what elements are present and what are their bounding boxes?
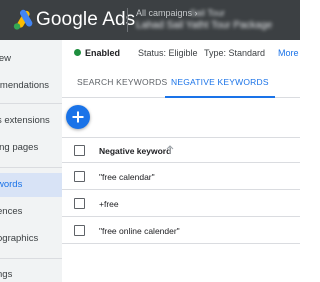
negative-keyword-cell: "free online calender" [99, 226, 180, 236]
negative-keyword-cell: "free calendar" [99, 172, 155, 182]
more-details-link[interactable]: More [278, 48, 299, 58]
table-row[interactable]: "free calendar" [62, 163, 300, 190]
sidebar-item-label: ographics [0, 233, 39, 244]
google-ads-logo-icon[interactable] [12, 9, 34, 31]
sidebar-divider [0, 167, 62, 168]
table-row[interactable]: "free online calender" [62, 217, 300, 244]
sidebar-divider [0, 258, 62, 259]
sidebar-item-label: view [0, 53, 12, 64]
row-checkbox[interactable] [74, 171, 85, 182]
campaign-state[interactable]: Enabled [85, 48, 120, 58]
table-header-row: Negative keyword [62, 137, 300, 163]
sidebar-item-label: ing pages [0, 142, 39, 153]
campaign-status-bar: Enabled Status: Eligible Type: Standard … [62, 40, 300, 66]
row-checkbox[interactable] [74, 198, 85, 209]
sidebar-item-label: words [0, 179, 23, 190]
arrow-up-icon[interactable] [166, 145, 174, 155]
tab-search-keywords[interactable]: SEARCH KEYWORDS [77, 66, 167, 98]
keyword-tabs: SEARCH KEYWORDS NEGATIVE KEYWORDS [62, 66, 300, 98]
sidebar-divider [0, 103, 62, 104]
plus-icon [72, 111, 84, 123]
sidebar-item-label: ences [0, 206, 23, 217]
add-negative-keyword-button[interactable] [66, 105, 90, 129]
sidebar-item-ad-extensions[interactable]: s extensions [0, 109, 62, 133]
sidebar-item-settings[interactable]: ngs [0, 263, 62, 282]
tab-negative-keywords[interactable]: NEGATIVE KEYWORDS [165, 66, 275, 98]
sidebar-item-label: ngs [0, 269, 13, 280]
sidebar-item-keywords[interactable]: words [0, 173, 62, 197]
campaign-name[interactable]: Lahad Sail Yatht Tour Package [136, 20, 272, 31]
row-checkbox[interactable] [74, 225, 85, 236]
sidebar-item-label: mmendations [0, 80, 50, 91]
negative-keyword-cell: +free [99, 199, 119, 209]
app-title: Google Ads [36, 9, 136, 30]
top-bar: Google Ads All campaigns › Sail Tour Lah… [0, 0, 300, 40]
sidebar-item-recommendations[interactable]: mmendations [0, 74, 62, 98]
sidebar-item-overview[interactable]: view [0, 47, 62, 71]
enabled-status-dot-icon [74, 49, 81, 56]
header-divider [127, 8, 128, 32]
table-row[interactable]: +free [62, 190, 300, 217]
sidebar-item-label: s extensions [0, 115, 50, 126]
breadcrumb-current[interactable]: Sail Tour [190, 8, 225, 18]
sidebar-item-demographics[interactable]: ographics [0, 227, 62, 251]
column-header-negative-keyword[interactable]: Negative keyword [99, 146, 171, 156]
select-all-checkbox[interactable] [74, 145, 85, 156]
status-eligible: Status: Eligible [138, 48, 198, 58]
breadcrumb-all-campaigns[interactable]: All campaigns › [136, 8, 198, 18]
sidebar-item-landing-pages[interactable]: ing pages [0, 136, 62, 160]
campaign-type: Type: Standard [204, 48, 266, 58]
sidebar-item-audiences[interactable]: ences [0, 200, 62, 224]
sidebar: view mmendations s extensions ing pages … [0, 40, 62, 282]
